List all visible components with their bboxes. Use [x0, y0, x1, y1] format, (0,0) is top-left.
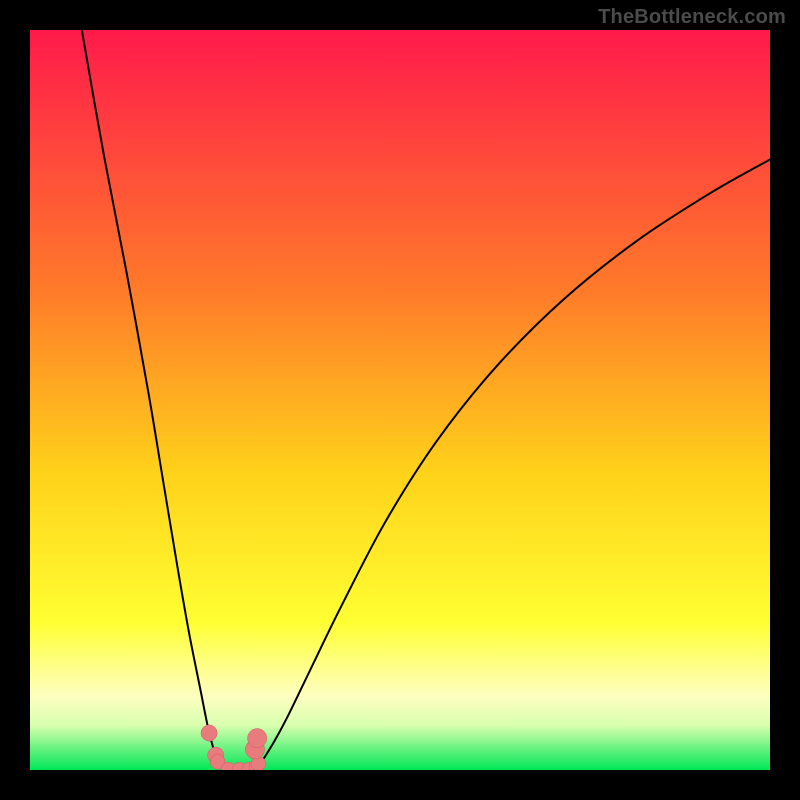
data-marker: [201, 725, 217, 741]
data-marker: [248, 729, 267, 748]
gradient-background: [30, 30, 770, 770]
watermark-text: TheBottleneck.com: [598, 6, 786, 29]
chart-svg: [30, 30, 770, 770]
outer-frame: TheBottleneck.com: [0, 0, 800, 800]
plot-area: [30, 30, 770, 770]
